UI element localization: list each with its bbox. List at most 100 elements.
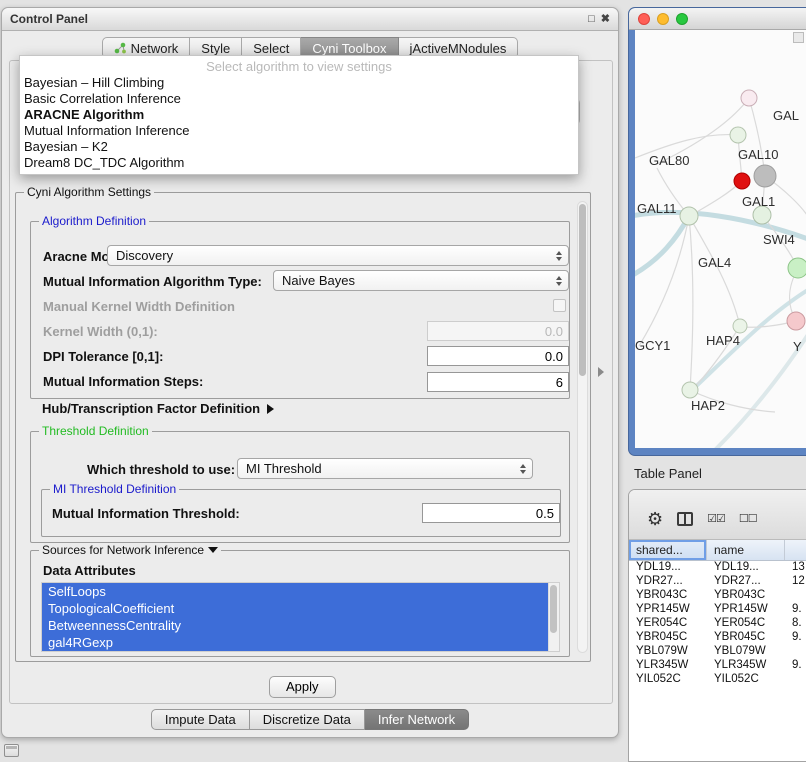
algorithm-option[interactable]: Bayesian – Hill Climbing [20, 75, 578, 91]
network-node[interactable] [682, 382, 698, 398]
tab-infer-network[interactable]: Infer Network [365, 709, 469, 730]
algorithm-dropdown-placeholder: Select algorithm to view settings [20, 58, 578, 75]
panel-splitter-arrow-icon[interactable] [598, 367, 604, 377]
table-cell[interactable]: YBR045C [707, 631, 785, 645]
table-cell[interactable]: YER054C [629, 617, 707, 631]
table-cell[interactable]: 9. [785, 659, 806, 673]
network-canvas[interactable]: GAL GAL80 GAL10 GAL11 GAL1 SWI4 GAL4 GCY… [635, 30, 806, 448]
minimize-traffic-light[interactable] [657, 13, 669, 25]
table-cell[interactable] [785, 645, 806, 659]
close-traffic-light[interactable] [638, 13, 650, 25]
tab-impute-data[interactable]: Impute Data [151, 709, 250, 730]
node-label: GAL80 [649, 153, 689, 168]
attribute-item-selected[interactable]: gal4RGexp [42, 634, 548, 651]
cyni-algorithm-settings-group: Cyni Algorithm Settings Algorithm Defini… [15, 192, 591, 662]
column-header-clipped[interactable] [785, 540, 806, 560]
table-cell[interactable]: 13 [785, 561, 806, 575]
table-row[interactable]: YPR145W YPR145W 9. [629, 603, 806, 617]
table-row[interactable]: YBR045C YBR045C 9. [629, 631, 806, 645]
aracne-mode-select[interactable]: Discovery [107, 245, 569, 266]
dpi-tolerance-label: DPI Tolerance [0,1]: [43, 349, 163, 364]
table-cell[interactable]: YLR345W [707, 659, 785, 673]
network-node[interactable] [788, 258, 806, 278]
table-cell[interactable]: 9. [785, 603, 806, 617]
network-node[interactable] [787, 312, 805, 330]
table-cell[interactable]: YDR27... [707, 575, 785, 589]
mi-threshold-input[interactable] [422, 503, 560, 523]
table-cell[interactable]: YPR145W [629, 603, 707, 617]
column-header-shared-name[interactable]: shared... [629, 540, 707, 560]
network-node[interactable] [730, 127, 746, 143]
algorithm-option[interactable]: Basic Correlation Inference [20, 91, 578, 107]
attribute-item-selected[interactable]: SelfLoops [42, 583, 548, 600]
algorithm-option[interactable]: Dream8 DC_TDC Algorithm [20, 155, 578, 171]
table-cell[interactable]: YIL052C [707, 673, 785, 687]
table-cell[interactable]: YPR145W [707, 603, 785, 617]
table-cell[interactable] [785, 673, 806, 687]
table-cell[interactable]: 8. [785, 617, 806, 631]
network-node[interactable] [680, 207, 698, 225]
show-columns-icon[interactable] [677, 512, 693, 526]
algorithm-option-selected[interactable]: ARACNE Algorithm [20, 107, 578, 123]
network-node[interactable] [754, 165, 776, 187]
manual-kernel-width-label: Manual Kernel Width Definition [43, 299, 235, 314]
table-cell[interactable]: YBR043C [629, 589, 707, 603]
table-cell[interactable]: YIL052C [629, 673, 707, 687]
mi-steps-input[interactable] [427, 372, 569, 392]
kernel-width-label: Kernel Width (0,1): [43, 324, 158, 339]
table-cell[interactable]: YBL079W [629, 645, 707, 659]
expand-right-icon[interactable] [267, 404, 274, 414]
table-cell[interactable] [785, 589, 806, 603]
network-node-red[interactable] [734, 173, 750, 189]
hub-transcription-factor-section[interactable]: Hub/Transcription Factor Definition [42, 401, 274, 416]
table-cell[interactable]: YBR043C [707, 589, 785, 603]
table-cell[interactable]: 12 [785, 575, 806, 589]
network-node[interactable] [733, 319, 747, 333]
table-row[interactable]: YBL079W YBL079W [629, 645, 806, 659]
attribute-item-selected[interactable]: BetweennessCentrality [42, 617, 548, 634]
column-header-name[interactable]: name [707, 540, 785, 560]
table-cell[interactable]: 9. [785, 631, 806, 645]
dpi-tolerance-input[interactable] [427, 346, 569, 366]
table-cell[interactable]: YBL079W [707, 645, 785, 659]
table-cell[interactable]: YDL19... [629, 561, 707, 575]
algorithm-option[interactable]: Bayesian – K2 [20, 139, 578, 155]
mi-algorithm-type-select[interactable]: Naive Bayes [273, 270, 569, 291]
attribute-item-selected[interactable]: TopologicalCoefficient [42, 600, 548, 617]
minimized-panel-icon[interactable] [4, 744, 19, 757]
table-row[interactable]: YIL052C YIL052C [629, 673, 806, 687]
control-panel-titlebar: Control Panel □ ✖ [2, 8, 618, 31]
combo-arrows-icon [553, 276, 568, 286]
float-window-icon[interactable]: □ [588, 14, 595, 25]
algorithm-option[interactable]: Mutual Information Inference [20, 123, 578, 139]
aracne-mode-value: Discovery [108, 248, 553, 263]
tab-discretize-data[interactable]: Discretize Data [250, 709, 365, 730]
table-row[interactable]: YER054C YER054C 8. [629, 617, 806, 631]
table-settings-gear-icon[interactable]: ⚙ [647, 510, 663, 528]
close-window-icon[interactable]: ✖ [601, 14, 610, 25]
table-cell[interactable]: YDR27... [629, 575, 707, 589]
zoom-traffic-light[interactable] [676, 13, 688, 25]
sources-group: Sources for Network Inference Data Attri… [30, 550, 570, 657]
collapse-down-icon[interactable] [208, 547, 218, 553]
attribute-list-scrollbar[interactable] [548, 583, 559, 651]
which-threshold-select[interactable]: MI Threshold [237, 458, 533, 479]
table-cell[interactable]: YER054C [707, 617, 785, 631]
table-cell[interactable]: YBR045C [629, 631, 707, 645]
table-row[interactable]: YLR345W YLR345W 9. [629, 659, 806, 673]
network-node[interactable] [741, 90, 757, 106]
combo-arrows-icon [553, 251, 568, 261]
table-row[interactable]: YDR27... YDR27... 12 [629, 575, 806, 589]
apply-button[interactable]: Apply [269, 676, 336, 698]
settings-scrollbar[interactable] [577, 201, 588, 653]
select-all-columns-icon[interactable]: ☑☑ [707, 512, 725, 525]
table-cell[interactable]: YDL19... [707, 561, 785, 575]
table-cell[interactable]: YLR345W [629, 659, 707, 673]
scrollbar-thumb[interactable] [550, 585, 557, 633]
table-row[interactable]: YDL19... YDL19... 13 [629, 561, 806, 575]
scrollbar-thumb[interactable] [579, 204, 586, 376]
table-row[interactable]: YBR043C YBR043C [629, 589, 806, 603]
table-header-row: shared... name [629, 540, 806, 561]
unselect-all-columns-icon[interactable]: ☐☐ [739, 512, 757, 525]
cyni-settings-group-title: Cyni Algorithm Settings [27, 185, 151, 199]
